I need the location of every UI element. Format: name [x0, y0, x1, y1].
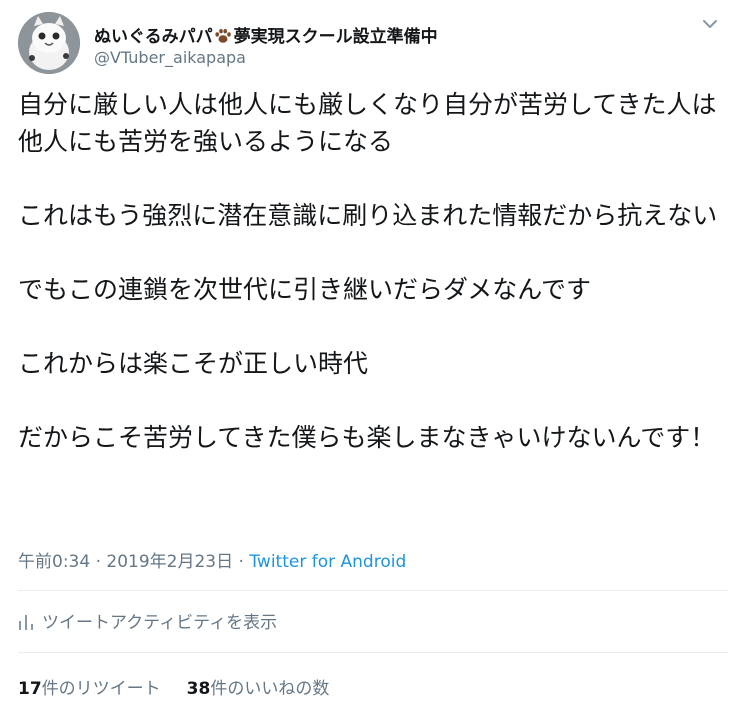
display-name-suffix: 夢実現スクール設立準備中: [233, 27, 438, 47]
tweet-time[interactable]: 午前0:34: [18, 552, 90, 572]
tweet-paragraph: これはもう強烈に潜在意識に刷り込まれた情報だから抗えない: [18, 201, 718, 230]
paw-icon: [214, 28, 232, 49]
analytics-bar-icon: [19, 615, 33, 630]
tweet-source-link[interactable]: Twitter for Android: [249, 552, 406, 572]
like-count[interactable]: 38件のいいねの数: [187, 679, 330, 699]
tweet-activity-label: ツイートアクティビティを表示: [42, 613, 278, 633]
retweet-count-number: 17: [18, 679, 42, 699]
meta-separator: ·: [233, 552, 250, 572]
tweet-paragraph: だからこそ苦労してきた僕らも楽しまなきゃいけないんです！: [18, 423, 716, 452]
tweet-paragraph: でもこの連鎖を次世代に引き継いだらダメなんです: [18, 275, 592, 304]
tweet-paragraph: 自分に厳しい人は他人にも厳しくなり自分が苦労してきた人は他人にも苦労を強いるよう…: [18, 90, 717, 156]
tweet-activity-link[interactable]: ツイートアクティビティを表示: [18, 608, 278, 633]
tweet-date[interactable]: 2019年2月23日: [106, 552, 233, 572]
tweet-metadata: 午前0:34 · 2019年2月23日 · Twitter for Androi…: [18, 547, 406, 572]
tweet-text: 自分に厳しい人は他人にも厳しくなり自分が苦労してきた人は他人にも苦労を強いるよう…: [18, 86, 733, 456]
tweet-header: ぬいぐるみパパ 夢実現スクール設立準備中 @VTuber_aikapapa: [18, 12, 728, 74]
meta-separator: ·: [90, 552, 107, 572]
like-count-number: 38: [186, 679, 211, 699]
user-handle[interactable]: @VTuber_aikapapa: [94, 48, 246, 67]
tweet-stats: 17件のリツイート 38件のいいねの数: [18, 674, 355, 699]
divider: [18, 590, 728, 591]
divider: [18, 652, 728, 653]
display-name[interactable]: ぬいぐるみパパ 夢実現スクール設立準備中: [94, 22, 438, 49]
retweet-count-label: 件のリツイート: [41, 679, 161, 699]
display-name-text: ぬいぐるみパパ: [94, 27, 213, 47]
tweet: ぬいぐるみパパ 夢実現スクール設立準備中 @VTuber_aikapapa 自分…: [0, 0, 745, 714]
like-count-label: 件のいいねの数: [210, 679, 330, 699]
avatar[interactable]: [18, 12, 80, 74]
chevron-down-icon[interactable]: [700, 16, 720, 32]
tweet-paragraph: これからは楽こそが正しい時代: [18, 349, 369, 378]
retweet-count[interactable]: 17件のリツイート: [18, 679, 161, 699]
